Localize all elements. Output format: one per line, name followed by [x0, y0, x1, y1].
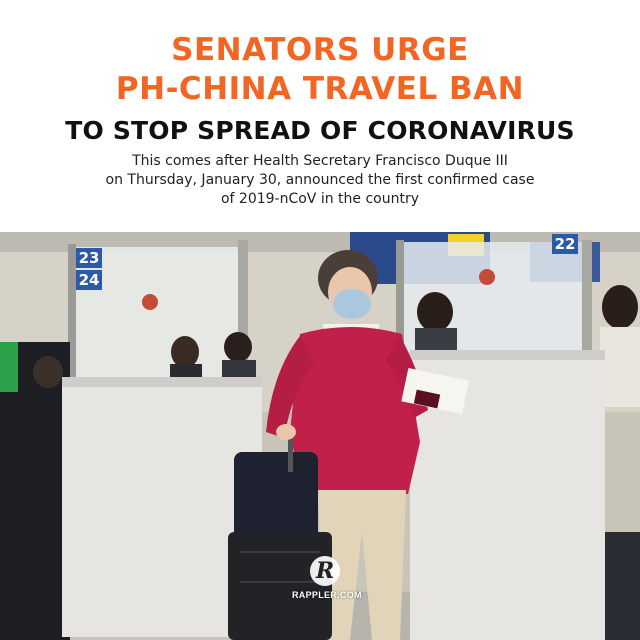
counter-sign-23: 23 — [76, 248, 102, 268]
booth-emblem-right — [479, 269, 495, 285]
rappler-logo: R RAPPLER.COM — [292, 556, 362, 608]
woman-hand — [276, 424, 296, 440]
headline-line-1: SENATORS URGE — [171, 32, 469, 68]
rappler-logo-mark: R — [310, 556, 340, 586]
subtext-line-1: This comes after Health Secretary Franci… — [132, 153, 508, 169]
left-counter-top — [62, 377, 262, 387]
headline-line-2: PH-CHINA TRAVEL BAN — [115, 71, 525, 107]
right-counter-top — [410, 350, 605, 360]
subtext-line-2: on Thursday, January 30, announced the f… — [105, 172, 535, 188]
face-mask — [333, 289, 371, 319]
left-person-head — [33, 356, 63, 388]
rappler-logo-text: RAPPLER.COM — [292, 590, 362, 600]
subtext-line-3: of 2019-nCoV in the country — [220, 191, 420, 207]
left-person-green — [0, 342, 18, 392]
headline-line-3: TO STOP SPREAD OF CORONAVIRUS — [65, 116, 575, 145]
right-person-head — [602, 285, 638, 329]
booth-emblem — [142, 294, 158, 310]
officer-head — [417, 292, 453, 332]
counter-sign-22: 22 — [552, 234, 578, 254]
bg-person-head — [171, 336, 199, 368]
counter-sign-24: 24 — [76, 270, 102, 290]
right-edge-person — [605, 532, 640, 640]
right-person-shirt — [600, 327, 640, 407]
header-panel: SENATORS URGE PH-CHINA TRAVEL BAN TO STO… — [0, 0, 640, 232]
bg-person-head-2 — [224, 332, 252, 362]
